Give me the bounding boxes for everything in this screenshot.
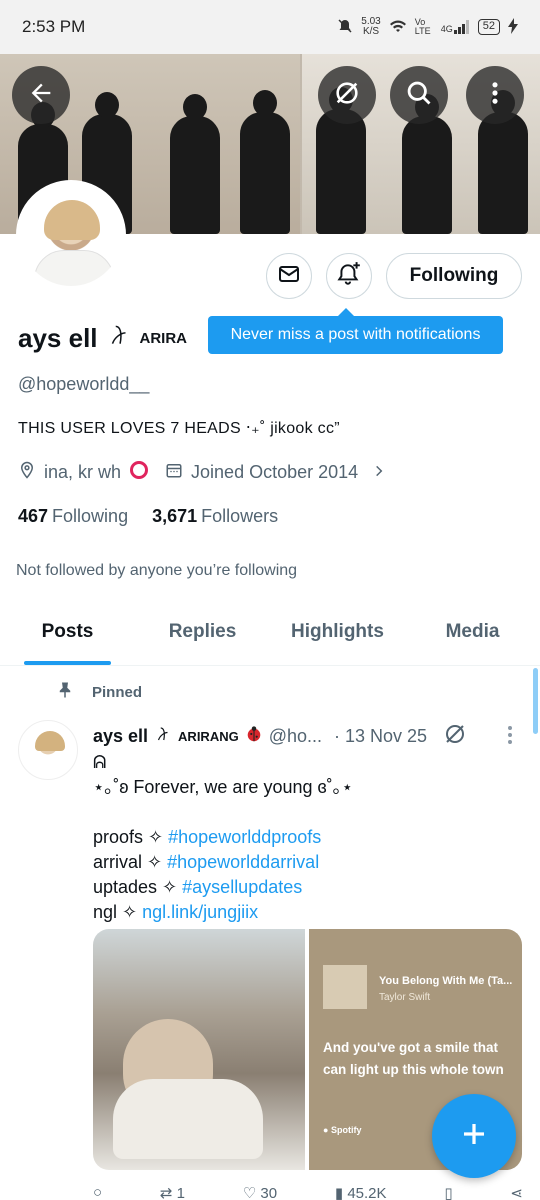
arrow-left-icon	[27, 79, 55, 112]
envelope-icon	[277, 262, 301, 291]
spotify-label: ● Spotify	[323, 1125, 362, 1135]
silhouette	[402, 94, 452, 234]
profile-bio: THIS USER LOVES 7 HEADS ‧₊˚ jikook cc”	[18, 420, 340, 437]
wifi-icon	[389, 19, 407, 36]
tab-posts[interactable]: Posts	[0, 600, 135, 665]
notifications-button[interactable]	[326, 253, 372, 299]
post-more-button[interactable]	[504, 724, 516, 751]
post-author-avatar[interactable]	[18, 720, 78, 780]
profile-handle: @hopeworldd__	[18, 374, 150, 394]
pinned-label: Pinned	[56, 681, 142, 703]
scrollbar[interactable]	[533, 668, 538, 734]
profile-tabs: Posts Replies Highlights Media	[0, 600, 540, 666]
location-icon	[18, 461, 36, 484]
profile-joined: Joined October 2014	[191, 462, 359, 482]
chevron-right-icon[interactable]	[372, 462, 386, 483]
post-line: arrival ✧ #hopeworlddarrival	[93, 852, 320, 872]
followers-link[interactable]: 3,671 Followers	[152, 506, 278, 527]
hashtag-link[interactable]: #aysellupdates	[182, 877, 302, 897]
pin-icon	[56, 681, 74, 703]
search-icon	[405, 79, 433, 112]
search-button[interactable]	[390, 66, 448, 124]
back-button[interactable]	[12, 66, 70, 124]
profile-name: ays ell ARIRA	[18, 322, 188, 355]
post-line: ngl ✧ ngl.link/jungjiix	[93, 902, 259, 922]
ribbon-icon	[154, 725, 172, 748]
reply-button[interactable]: ○	[93, 1184, 102, 1200]
volte-label: Vo LTE	[414, 17, 431, 36]
tab-replies[interactable]: Replies	[135, 600, 270, 665]
message-button[interactable]	[266, 253, 312, 299]
grok-icon	[333, 79, 361, 112]
silhouette	[478, 90, 528, 234]
grok-button[interactable]	[318, 66, 376, 124]
profile-location: ina, kr wh	[44, 462, 122, 482]
more-vertical-icon	[504, 726, 516, 750]
silhouette	[170, 94, 220, 234]
not-followed-note: Not followed by anyone you’re following	[16, 562, 298, 579]
ladybug-icon	[245, 725, 263, 748]
following-button[interactable]: Following	[386, 253, 522, 299]
following-link[interactable]: 467 Following	[18, 506, 128, 527]
hashtag-link[interactable]: #hopeworlddproofs	[168, 827, 321, 847]
status-time: 2:53 PM	[22, 17, 86, 36]
grok-icon[interactable]	[443, 722, 467, 751]
charging-icon	[508, 17, 518, 37]
calendar-icon	[165, 461, 183, 484]
status-bar: 2:53 PM 5.03 K/S Vo LTE 4G 52	[0, 0, 540, 54]
post-header: ays ell ARIRANG @ho... · 13 Nov 25	[93, 722, 467, 751]
more-vertical-icon	[481, 79, 509, 112]
profile-meta: ina, kr wh Joined October 2014	[18, 460, 386, 485]
signal-icon: 4G	[441, 20, 470, 34]
post-author-handle: @ho...	[268, 726, 323, 746]
silhouette	[316, 87, 366, 234]
post-body: ᕱ ⋆｡˚ʚ Forever, we are young ɞ˚｡⋆ proofs…	[93, 750, 513, 925]
external-link[interactable]: ngl.link/jungjiix	[142, 902, 258, 922]
post-line: ᕱ	[93, 752, 107, 772]
hashtag-link[interactable]: #hopeworlddarrival	[167, 852, 319, 872]
post-line: uptades ✧ #aysellupdates	[93, 877, 303, 897]
song-title: You Belong With Me (Ta...	[379, 975, 513, 987]
red-circle-icon	[129, 460, 149, 485]
like-button[interactable]: ♡ 30	[243, 1184, 277, 1200]
ribbon-icon	[106, 322, 132, 355]
silhouette	[240, 90, 290, 234]
spotify-icon: ●	[323, 1125, 329, 1135]
post-actions: ○ ⇄ 1 ♡ 30 ▮ 45.2K ▯ ⋖	[93, 1184, 523, 1200]
song-artist: Taylor Swift	[379, 992, 431, 1003]
post-line-blank	[93, 800, 513, 825]
mute-icon	[337, 18, 353, 37]
post-line: ⋆｡˚ʚ Forever, we are young ɞ˚｡⋆	[93, 777, 353, 797]
tab-highlights[interactable]: Highlights	[270, 600, 405, 665]
post-date: · 13 Nov 25	[334, 726, 428, 746]
bell-plus-icon	[336, 261, 362, 292]
repost-button[interactable]: ⇄ 1	[160, 1184, 185, 1200]
more-button[interactable]	[466, 66, 524, 124]
post-media-photo[interactable]	[93, 929, 305, 1170]
tab-media[interactable]: Media	[405, 600, 540, 665]
post-author-sub: ARIRANG	[178, 729, 239, 744]
plus-icon	[459, 1119, 489, 1154]
post-line: proofs ✧ #hopeworlddproofs	[93, 827, 322, 847]
share-button[interactable]: ⋖	[510, 1184, 523, 1200]
profile-avatar[interactable]	[16, 180, 126, 290]
post-author-name[interactable]: ays ell	[93, 726, 148, 747]
network-speed: 5.03 K/S	[361, 16, 381, 37]
album-art	[323, 965, 367, 1009]
bookmark-button[interactable]: ▯	[444, 1184, 452, 1200]
status-icons: 5.03 K/S Vo LTE 4G 52	[337, 17, 518, 37]
notification-tooltip[interactable]: Never miss a post with notifications	[208, 308, 503, 354]
song-lyric: And you've got a smile that can light up…	[323, 1040, 504, 1077]
views-button[interactable]: ▮ 45.2K	[335, 1184, 387, 1200]
profile-stats: 467 Following 3,671 Followers	[18, 506, 278, 527]
battery-indicator: 52	[477, 19, 500, 35]
profile-badge-text: ARIRA	[139, 330, 188, 347]
compose-button[interactable]	[432, 1094, 516, 1178]
